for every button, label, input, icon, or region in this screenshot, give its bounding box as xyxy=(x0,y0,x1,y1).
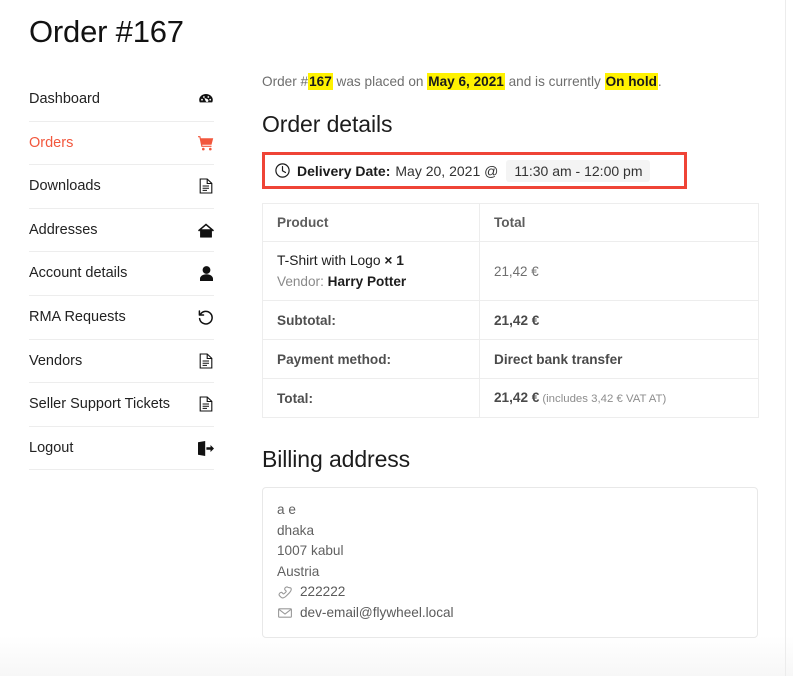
sidebar-item-dashboard[interactable]: Dashboard xyxy=(29,78,214,122)
delivery-date-callout: Delivery Date: May 20, 2021 @ 11:30 am -… xyxy=(262,152,687,189)
status-prefix: Order # xyxy=(262,74,309,89)
sidebar-item-rma-requests[interactable]: RMA Requests xyxy=(29,296,214,340)
sidebar-item-downloads[interactable]: Downloads xyxy=(29,165,214,209)
delivery-date-label: Delivery Date: xyxy=(297,162,391,179)
logout-icon xyxy=(198,440,214,456)
product-name-link[interactable]: T-Shirt with Logo xyxy=(277,253,381,268)
user-icon xyxy=(198,266,214,282)
sidebar-item-addresses[interactable]: Addresses xyxy=(29,209,214,253)
billing-phone[interactable]: 222222 xyxy=(300,582,345,603)
order-status-line: Order #167 was placed on May 6, 2021 and… xyxy=(262,72,758,92)
product-vendor-line: Vendor: Harry Potter xyxy=(277,272,465,291)
sidebar-item-label: RMA Requests xyxy=(29,309,126,326)
subtotal-value: 21,42 € xyxy=(479,300,759,340)
billing-address-card: a e dhaka 1007 kabul Austria 222222 dev-… xyxy=(262,487,758,638)
sidebar-item-label: Vendors xyxy=(29,352,83,369)
payment-method-value: Direct bank transfer xyxy=(479,339,759,379)
dashboard-icon xyxy=(198,91,214,107)
status-badge: On hold xyxy=(604,73,658,90)
delivery-date-value: May 20, 2021 @ xyxy=(395,162,499,179)
sidebar-item-vendors[interactable]: Vendors xyxy=(29,340,214,384)
sidebar-item-label: Orders xyxy=(29,134,74,151)
document-icon xyxy=(198,396,214,413)
address-line: dhaka xyxy=(277,522,315,538)
phone-icon xyxy=(277,585,292,600)
page-title: Order #167 xyxy=(29,14,184,49)
sidebar-item-seller-support-tickets[interactable]: Seller Support Tickets xyxy=(29,383,214,427)
address-line: a e xyxy=(277,502,296,517)
cart-icon xyxy=(198,135,214,151)
status-order-number: 167 xyxy=(308,73,333,90)
product-quantity: × 1 xyxy=(384,253,404,268)
delivery-time-range: 11:30 am - 12:00 pm xyxy=(506,159,651,182)
clock-icon xyxy=(275,163,290,178)
product-cell: T-Shirt with Logo × 1 Vendor: Harry Pott… xyxy=(262,241,480,301)
address-line: Austria xyxy=(277,563,320,579)
sidebar-item-account-details[interactable]: Account details xyxy=(29,252,214,296)
column-header-product: Product xyxy=(262,203,480,242)
account-sidebar: Dashboard Orders Downloads Addresses Acc… xyxy=(29,78,214,471)
sidebar-item-label: Downloads xyxy=(29,178,101,195)
table-row: T-Shirt with Logo × 1 Vendor: Harry Pott… xyxy=(262,241,759,301)
table-row: Subtotal: 21,42 € xyxy=(262,300,759,340)
vendor-label: Vendor: xyxy=(277,274,324,289)
billing-phone-row: 222222 xyxy=(277,582,743,603)
sidebar-item-orders[interactable]: Orders xyxy=(29,122,214,166)
sidebar-item-label: Logout xyxy=(29,439,74,456)
order-page: Order #167 Dashboard Orders Downloads Ad… xyxy=(0,0,793,676)
status-date: May 6, 2021 xyxy=(427,73,505,90)
subtotal-label: Subtotal: xyxy=(262,300,480,340)
order-details-heading: Order details xyxy=(262,111,393,137)
sidebar-item-logout[interactable]: Logout xyxy=(29,427,214,471)
vendor-name-link[interactable]: Harry Potter xyxy=(328,274,407,289)
billing-email[interactable]: dev-email@flywheel.local xyxy=(300,603,454,624)
sidebar-item-label: Dashboard xyxy=(29,91,100,108)
billing-email-row: dev-email@flywheel.local xyxy=(277,603,743,624)
email-icon xyxy=(277,606,292,621)
product-name-line: T-Shirt with Logo × 1 xyxy=(277,251,465,270)
sidebar-item-label: Addresses xyxy=(29,221,98,238)
home-icon xyxy=(198,222,214,238)
order-main-content: Order #167 was placed on May 6, 2021 and… xyxy=(262,72,759,638)
billing-address-heading: Billing address xyxy=(262,446,411,472)
table-header-row: Product Total xyxy=(262,203,759,242)
status-middle: was placed on xyxy=(332,74,428,89)
table-row: Total: 21,42 € (includes 3,42 € VAT AT) xyxy=(262,378,759,418)
document-icon xyxy=(198,353,214,369)
sidebar-item-label: Account details xyxy=(29,265,128,282)
status-connector: and is currently xyxy=(504,74,605,89)
total-label: Total: xyxy=(262,378,480,418)
document-icon xyxy=(198,178,214,195)
vat-note: (includes 3,42 € VAT AT) xyxy=(542,393,667,405)
order-items-table: Product Total T-Shirt with Logo × 1 Vend… xyxy=(262,203,759,418)
total-value-cell: 21,42 € (includes 3,42 € VAT AT) xyxy=(479,378,759,418)
undo-icon xyxy=(198,309,214,325)
column-header-total: Total xyxy=(479,203,759,242)
total-value: 21,42 € xyxy=(494,390,540,405)
address-line: 1007 kabul xyxy=(277,543,344,559)
payment-method-label: Payment method: xyxy=(262,339,480,379)
product-total-cell: 21,42 € xyxy=(479,241,759,301)
page-right-divider xyxy=(785,0,786,676)
table-row: Payment method: Direct bank transfer xyxy=(262,339,759,379)
sidebar-item-label: Seller Support Tickets xyxy=(29,396,171,413)
status-suffix: . xyxy=(657,74,662,89)
